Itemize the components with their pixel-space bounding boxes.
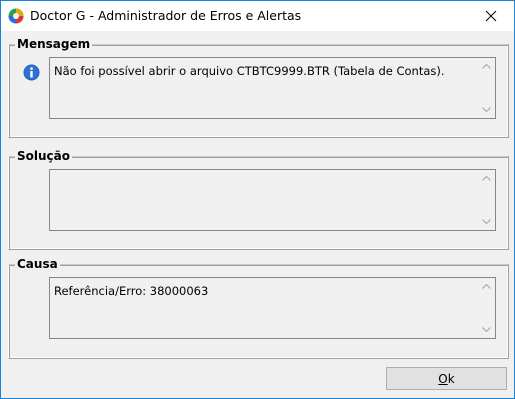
group-solucao: Solução [8, 149, 509, 250]
chevron-up-icon [482, 64, 491, 69]
chevron-up-icon [482, 176, 491, 181]
scroll-up-button[interactable] [478, 170, 495, 187]
scroll-down-button[interactable] [478, 101, 495, 118]
ok-button[interactable]: Ok [386, 367, 507, 390]
cause-scrollbar[interactable] [478, 278, 495, 338]
scroll-down-button[interactable] [478, 213, 495, 230]
close-icon [485, 10, 497, 22]
solution-scrollbar[interactable] [478, 170, 495, 230]
ok-mnemonic: O [438, 371, 448, 386]
message-scrollbar[interactable] [478, 58, 495, 118]
group-label-mensagem: Mensagem [15, 37, 93, 51]
scroll-down-button[interactable] [478, 321, 495, 338]
message-text: Não foi possível abrir o arquivo CTBTC99… [54, 64, 445, 78]
group-mensagem: Mensagem Não foi possível abrir o arquiv… [8, 37, 509, 138]
title-bar: Doctor G - Administrador de Erros e Aler… [1, 1, 514, 31]
solution-memo[interactable] [49, 169, 496, 231]
scroll-up-button[interactable] [478, 278, 495, 295]
group-label-solucao: Solução [15, 149, 72, 163]
message-memo[interactable]: Não foi possível abrir o arquivo CTBTC99… [49, 57, 496, 119]
dialog-window: Doctor G - Administrador de Erros e Aler… [0, 0, 515, 399]
scroll-up-button[interactable] [478, 58, 495, 75]
ok-label-rest: k [447, 371, 455, 386]
group-label-causa: Causa [15, 257, 60, 271]
close-button[interactable] [468, 1, 514, 31]
cause-text: Referência/Erro: 38000063 [54, 284, 209, 298]
window-title: Doctor G - Administrador de Erros e Aler… [30, 8, 302, 23]
cause-memo[interactable]: Referência/Erro: 38000063 [49, 277, 496, 339]
chevron-down-icon [482, 219, 491, 224]
chevron-up-icon [482, 284, 491, 289]
doctor-g-app-icon [8, 8, 24, 24]
group-causa: Causa Referência/Erro: 38000063 [8, 257, 509, 359]
info-icon [23, 64, 40, 81]
chevron-down-icon [482, 107, 491, 112]
chevron-down-icon [482, 327, 491, 332]
